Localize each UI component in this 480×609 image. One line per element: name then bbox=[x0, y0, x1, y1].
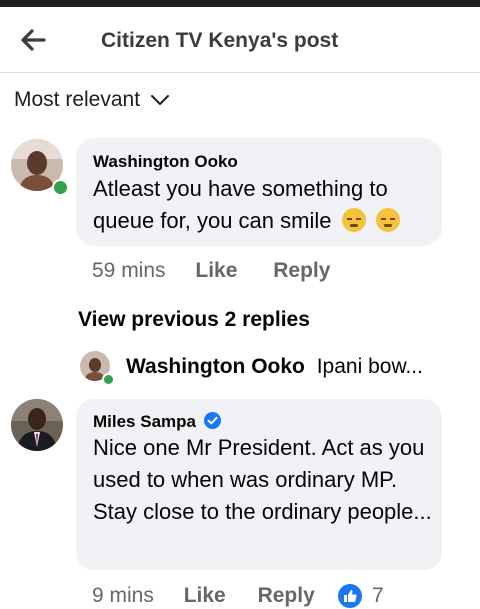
comment-bubble[interactable]: Washington Ooko Atleast you have somethi… bbox=[76, 138, 442, 246]
online-status-icon bbox=[52, 179, 69, 196]
back-arrow-icon[interactable] bbox=[18, 25, 48, 55]
comment-time: 9 mins bbox=[92, 584, 154, 607]
sleepy-face-icon bbox=[341, 208, 366, 232]
comment-author[interactable]: Miles Sampa bbox=[93, 412, 221, 432]
reply-snippet: Ipani bow... bbox=[316, 355, 423, 378]
sleepy-face-icon bbox=[375, 208, 400, 232]
comment-bubble[interactable]: Miles Sampa Nice one Mr President. Act a… bbox=[76, 399, 442, 570]
chevron-down-icon bbox=[151, 95, 170, 105]
reaction-summary[interactable]: 7 bbox=[338, 584, 384, 608]
status-bar bbox=[0, 0, 480, 7]
comment-text: Nice one Mr President. Act as you used t… bbox=[93, 435, 432, 524]
reply-button[interactable]: Reply bbox=[258, 584, 315, 607]
like-button[interactable]: Like bbox=[195, 259, 237, 282]
sort-label: Most relevant bbox=[14, 88, 141, 111]
reaction-count: 7 bbox=[372, 584, 384, 607]
header: Citizen TV Kenya's post bbox=[0, 7, 480, 73]
view-previous-replies-link[interactable]: View previous 2 replies bbox=[78, 308, 310, 332]
page-title: Citizen TV Kenya's post bbox=[101, 29, 339, 52]
verified-badge-icon bbox=[203, 412, 221, 429]
comment-time: 59 mins bbox=[92, 259, 166, 282]
comment-text: Atleast you have something to queue for,… bbox=[93, 173, 433, 237]
reply-author: Washington Ooko bbox=[126, 355, 305, 378]
comment-meta: 59 mins Like Reply bbox=[92, 259, 330, 283]
comment-author[interactable]: Washington Ooko bbox=[93, 152, 238, 172]
like-reaction-icon bbox=[338, 584, 362, 608]
avatar[interactable] bbox=[11, 399, 63, 451]
online-status-icon bbox=[102, 373, 115, 386]
reply-button[interactable]: Reply bbox=[273, 259, 330, 282]
comment-meta: 9 mins Like Reply bbox=[92, 584, 315, 608]
like-button[interactable]: Like bbox=[184, 584, 226, 607]
reply-preview[interactable]: Washington Ooko Ipani bow... bbox=[126, 355, 423, 379]
sort-dropdown[interactable]: Most relevant bbox=[14, 88, 170, 112]
